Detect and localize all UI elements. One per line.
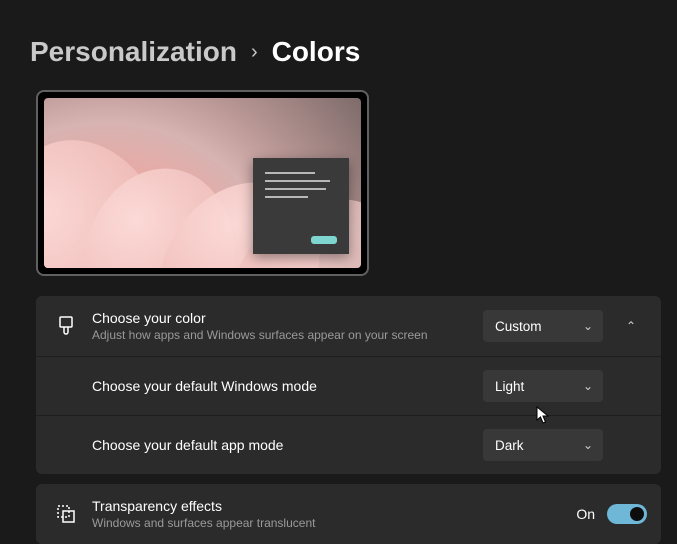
collapse-section-button[interactable]: ⌃ — [615, 310, 647, 342]
transparency-icon — [54, 504, 78, 524]
theme-preview[interactable] — [36, 90, 369, 276]
chevron-down-icon: ⌄ — [583, 438, 593, 452]
choose-color-row: Choose your color Adjust how apps and Wi… — [36, 296, 661, 356]
app-mode-row: Choose your default app mode Dark ⌄ — [36, 415, 661, 474]
windows-mode-value: Light — [495, 379, 524, 394]
transparency-subtitle: Windows and surfaces appear translucent — [92, 516, 576, 530]
breadcrumb-current: Colors — [272, 36, 361, 68]
chevron-up-icon: ⌃ — [626, 319, 636, 333]
chevron-down-icon: ⌄ — [583, 379, 593, 393]
app-mode-label: Choose your default app mode — [92, 437, 483, 453]
color-mode-select[interactable]: Custom ⌄ — [483, 310, 603, 342]
theme-preview-wallpaper — [44, 98, 361, 268]
app-mode-select[interactable]: Dark ⌄ — [483, 429, 603, 461]
transparency-row: Transparency effects Windows and surface… — [36, 484, 661, 544]
brush-icon — [54, 316, 78, 336]
windows-mode-select[interactable]: Light ⌄ — [483, 370, 603, 402]
chevron-down-icon: ⌄ — [583, 319, 593, 333]
transparency-toggle[interactable] — [607, 504, 647, 524]
breadcrumb: Personalization › Colors — [0, 0, 677, 68]
windows-mode-row: Choose your default Windows mode Light ⌄ — [36, 356, 661, 415]
toggle-knob — [630, 507, 644, 521]
choose-color-title: Choose your color — [92, 310, 483, 326]
choose-color-subtitle: Adjust how apps and Windows surfaces app… — [92, 328, 483, 342]
colors-panel: Choose your color Adjust how apps and Wi… — [36, 296, 661, 474]
transparency-state-label: On — [576, 506, 595, 522]
color-mode-value: Custom — [495, 319, 542, 334]
app-mode-value: Dark — [495, 438, 524, 453]
theme-preview-window — [253, 158, 349, 254]
breadcrumb-parent[interactable]: Personalization — [30, 36, 237, 68]
chevron-right-icon: › — [251, 41, 258, 64]
transparency-title: Transparency effects — [92, 498, 576, 514]
windows-mode-label: Choose your default Windows mode — [92, 378, 483, 394]
transparency-panel: Transparency effects Windows and surface… — [36, 484, 661, 544]
